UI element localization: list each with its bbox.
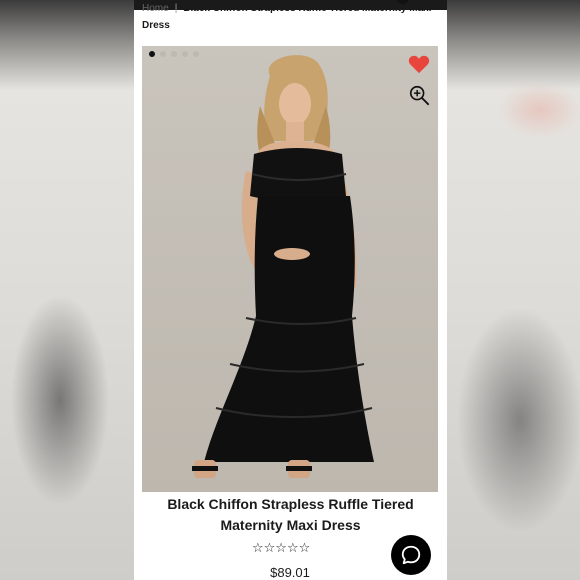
carousel-dot[interactable] bbox=[160, 51, 166, 57]
product-price: $89.01 bbox=[270, 565, 310, 580]
chat-button[interactable] bbox=[391, 535, 431, 575]
product-page: Home | Black Chiffon Strapless Ruffle Tier… bbox=[134, 0, 447, 580]
rating-stars: ☆☆☆☆☆ bbox=[252, 541, 311, 556]
zoom-button[interactable] bbox=[408, 84, 430, 106]
carousel-dot[interactable] bbox=[149, 51, 155, 57]
breadcrumb-separator: | bbox=[174, 3, 178, 14]
breadcrumb-home-link[interactable]: Home bbox=[142, 3, 169, 14]
breadcrumb-current: Black Chiffon Strapless Ruffle Tiered Ma… bbox=[142, 3, 432, 31]
product-rating[interactable]: ☆☆☆☆☆ bbox=[252, 542, 310, 556]
breadcrumb: Home | Black Chiffon Strapless Ruffle Tier… bbox=[142, 0, 438, 34]
chat-bubble-icon bbox=[401, 545, 421, 565]
carousel-dots bbox=[149, 51, 199, 57]
product-image-gallery[interactable] bbox=[142, 46, 438, 492]
zoom-in-icon bbox=[409, 85, 430, 106]
carousel-dot[interactable] bbox=[182, 51, 188, 57]
favorite-button[interactable] bbox=[408, 54, 430, 74]
product-title: Black Chiffon Strapless Ruffle Tiered Ma… bbox=[167, 496, 414, 533]
product-photo bbox=[142, 46, 438, 492]
heart-icon bbox=[408, 55, 430, 74]
carousel-dot[interactable] bbox=[171, 51, 177, 57]
carousel-dot[interactable] bbox=[193, 51, 199, 57]
